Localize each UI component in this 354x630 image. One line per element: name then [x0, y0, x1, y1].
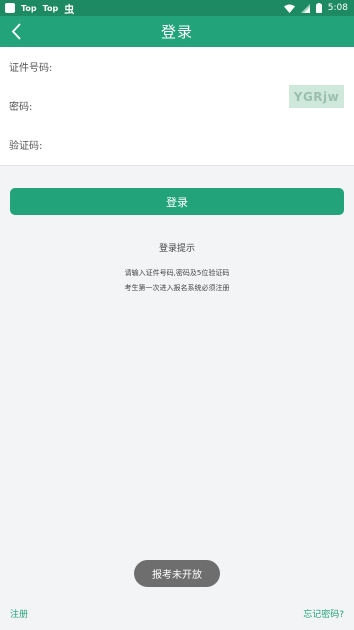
toast-message: 报考未开放 — [134, 560, 220, 587]
login-tip-line-2: 考生第一次进入报名系统必须注册 — [124, 284, 230, 292]
login-tips-title: 登录提示 — [158, 244, 195, 254]
wifi-icon — [283, 4, 295, 13]
status-bar-right: 5:08 — [283, 3, 354, 13]
signal-icon — [300, 3, 310, 13]
captcha-image[interactable]: YGRjw — [289, 85, 344, 108]
page-title: 登录 — [160, 23, 193, 41]
status-bar-left: Top Top 虫 — [0, 1, 74, 16]
title-bar: 登录 — [0, 16, 354, 47]
forgot-password-link[interactable]: 忘记密码? — [303, 607, 344, 620]
status-time: 5:08 — [327, 3, 348, 13]
back-chevron-icon[interactable] — [10, 23, 24, 40]
status-app-label-3: 虫 — [64, 4, 75, 16]
login-button[interactable]: 登录 — [10, 188, 344, 215]
password-label: 密码: — [9, 102, 33, 113]
captcha-input[interactable] — [55, 129, 284, 160]
id-number-input[interactable] — [55, 51, 354, 82]
captcha-row: 验证码: — [0, 125, 354, 164]
app-square-icon — [5, 3, 15, 13]
id-number-label: 证件号码: — [9, 63, 53, 74]
status-app-label-1: Top — [21, 3, 37, 13]
status-app-label-2: Top — [42, 3, 59, 13]
register-link[interactable]: 注册 — [10, 607, 28, 620]
status-bar: Top Top 虫 5:08 — [0, 0, 354, 16]
battery-icon — [315, 3, 322, 13]
login-tip-line-1: 请输入证件号码,密码及5位验证码 — [124, 269, 230, 277]
id-number-row: 证件号码: — [0, 47, 354, 86]
captcha-label: 验证码: — [9, 141, 43, 152]
